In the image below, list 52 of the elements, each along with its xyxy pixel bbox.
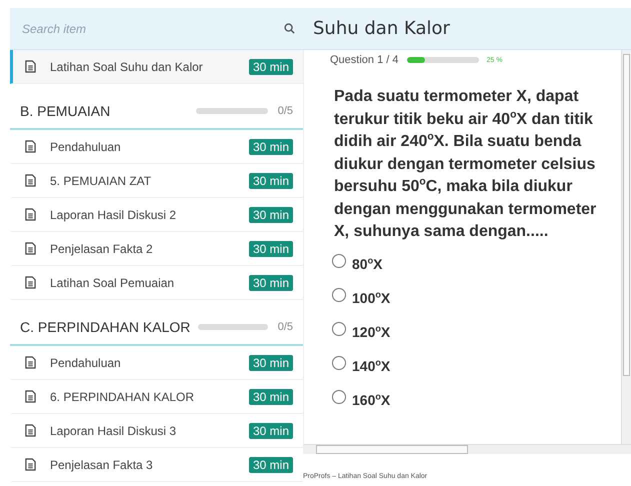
question-text: Pada suatu termometer X, dapat terukur titik beku air 40$^{o}$X dan titik didih air 240$^{o}$X. Bila suatu benda diukur dengan termometer celsius bersuhu 50$^{o}$C, maka bila diukur dengan menggunakan termometer X, suhunya sama dengan..... (334, 87, 598, 242)
document-icon (25, 208, 36, 221)
lesson-item[interactable]: Laporan Hasil Diskusi 3 30 min (10, 414, 303, 448)
progress-count: 0/5 (278, 105, 293, 117)
radio-button[interactable] (332, 254, 346, 268)
lesson-item[interactable]: 6. PERPINDAHAN KALOR 30 min (10, 380, 303, 414)
radio-button[interactable] (332, 322, 346, 336)
lesson-item[interactable]: Penjelasan Fakta 2 30 min (10, 232, 303, 266)
document-icon (25, 140, 36, 153)
search-field[interactable]: Search item (10, 8, 303, 50)
duration-badge: 30 min (248, 274, 293, 290)
vertical-scrollbar[interactable] (621, 50, 631, 444)
progress-count: 0/5 (278, 321, 293, 333)
duration-badge: 30 min (248, 138, 293, 154)
lesson-item[interactable]: Latihan Soal Pemuaian 30 min (10, 266, 303, 300)
horizontal-scrollbar[interactable] (304, 444, 631, 454)
question-counter: Question 1 / 4 (330, 54, 398, 66)
section-heading: C. PERPINDAHAN KALOR (20, 319, 190, 335)
duration-badge: 30 min (248, 388, 293, 404)
search-input[interactable]: Search item (20, 20, 284, 36)
document-icon (25, 390, 36, 403)
radio-button[interactable] (332, 288, 346, 302)
radio-button[interactable] (332, 390, 346, 404)
document-icon (25, 242, 36, 255)
lesson-item[interactable]: Pendahuluan 30 min (10, 346, 303, 380)
duration-badge: 30 min (248, 422, 293, 438)
option-label[interactable]: 80$^{o}$X (352, 256, 382, 272)
duration-badge: 30 min (248, 456, 293, 472)
lesson-item[interactable]: 5. PEMUAIAN ZAT 30 min (10, 164, 303, 198)
document-icon (25, 424, 36, 437)
option-label[interactable]: 160$^{o}$X (352, 392, 390, 408)
duration-badge: 30 min (248, 58, 293, 74)
course-title: Suhu dan Kalor (313, 18, 450, 39)
lesson-item[interactable]: Pendahuluan 30 min (10, 130, 303, 164)
section-heading: B. PEMUAIAN (20, 103, 112, 119)
search-icon[interactable] (284, 23, 295, 34)
option-label[interactable]: 140$^{o}$X (352, 358, 390, 374)
lesson-item[interactable]: Penjelasan Fakta 3 30 min (10, 448, 303, 482)
document-icon (25, 60, 36, 73)
lesson-item[interactable]: Laporan Hasil Diskusi 2 30 min (10, 198, 303, 232)
lesson-item[interactable]: Latihan Soal Suhu dan Kalor 30 min (10, 50, 303, 84)
document-icon (25, 276, 36, 289)
document-icon (25, 356, 36, 369)
radio-button[interactable] (332, 356, 346, 370)
duration-badge: 30 min (248, 240, 293, 256)
option-label[interactable]: 100$^{o}$X (352, 290, 390, 306)
option-label[interactable]: 120$^{o}$X (352, 324, 390, 340)
document-icon (25, 174, 36, 187)
duration-badge: 30 min (248, 206, 293, 222)
duration-badge: 30 min (248, 354, 293, 370)
duration-badge: 30 min (248, 172, 293, 188)
document-icon (25, 458, 36, 471)
